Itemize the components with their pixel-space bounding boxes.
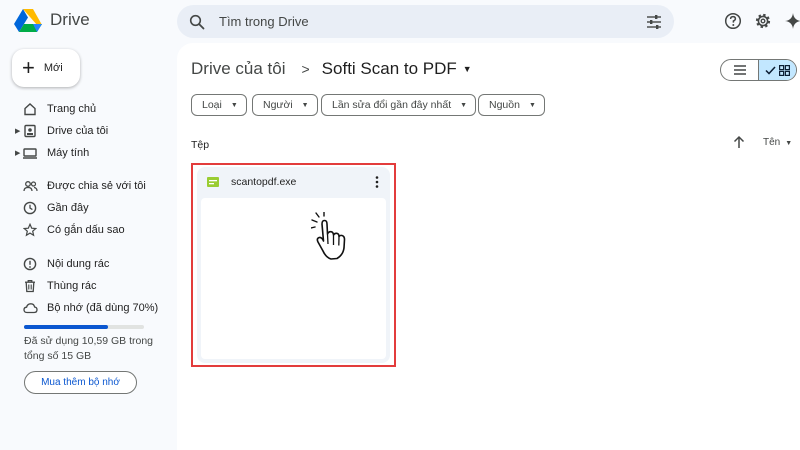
sidebar-item-starred[interactable]: Có gắn dấu sao (18, 221, 125, 239)
clock-icon (22, 200, 38, 216)
exe-file-icon (207, 177, 219, 187)
sidebar-item-computers[interactable]: ▶ Máy tính (15, 144, 90, 162)
sidebar-item-label: Bộ nhớ (đã dùng 70%) (47, 302, 159, 314)
computer-icon (22, 145, 38, 161)
shared-icon (22, 178, 38, 194)
sidebar-item-my-drive[interactable]: ▶ Drive của tôi (15, 122, 109, 140)
sidebar-item-label: Máy tính (47, 147, 90, 159)
settings-icon[interactable] (753, 11, 773, 31)
sidebar-item-label: Có gắn dấu sao (47, 224, 125, 236)
filter-source-chip[interactable]: Nguồn ▼ (478, 94, 545, 116)
breadcrumb: Drive của tôi > Softi Scan to PDF ▼ (191, 59, 472, 79)
breadcrumb-current[interactable]: Softi Scan to PDF (322, 59, 457, 79)
filter-people-chip[interactable]: Người ▼ (252, 94, 318, 116)
storage-progress-fill (24, 325, 108, 329)
sidebar-item-label: Drive của tôi (47, 125, 109, 137)
sidebar-item-label: Được chia sẻ với tôi (47, 180, 146, 192)
view-toggle (720, 59, 797, 81)
filter-label: Người (263, 99, 293, 111)
sidebar-item-recent[interactable]: Gần đây (18, 199, 89, 217)
sidebar-item-label: Trang chủ (47, 103, 97, 115)
drive-logo-icon (14, 9, 42, 32)
grid-icon (779, 64, 790, 76)
trash-icon (22, 278, 38, 294)
home-icon (22, 101, 38, 117)
my-drive-icon (22, 123, 38, 139)
sort-by-button[interactable]: Tên ▼ (763, 137, 792, 148)
gemini-icon[interactable] (783, 11, 800, 31)
new-button-label: Mới (43, 62, 63, 74)
filter-label: Loại (202, 99, 222, 111)
help-icon[interactable] (723, 11, 743, 31)
main-panel: Drive của tôi > Softi Scan to PDF ▼ Loại… (177, 43, 800, 450)
chevron-down-icon: ▼ (230, 101, 238, 109)
file-card[interactable]: scantopdf.exe (197, 167, 390, 363)
sidebar-item-label: Thùng rác (47, 280, 97, 292)
plus-icon: + (22, 55, 35, 80)
check-icon (765, 65, 776, 75)
sort-label: Tên (763, 137, 781, 148)
expand-icon[interactable]: ▶ (15, 127, 20, 135)
search-bar[interactable]: Tìm trong Drive (177, 5, 674, 38)
chevron-down-icon: ▼ (528, 101, 536, 109)
chevron-down-icon: ▼ (301, 101, 309, 109)
file-thumbnail[interactable] (201, 198, 386, 359)
sidebar-item-home[interactable]: Trang chủ (18, 100, 96, 118)
star-icon (22, 222, 38, 238)
chevron-down-icon[interactable]: ▼ (463, 64, 472, 74)
chevron-down-icon: ▼ (785, 140, 793, 147)
storage-usage-text: Đã sử dụng 10,59 GB trong tổng số 15 GB (24, 335, 154, 362)
sidebar-item-storage[interactable]: Bộ nhớ (đã dùng 70%) (18, 299, 158, 317)
sidebar-item-label: Gần đây (47, 202, 89, 214)
storage-progress-bar (24, 325, 144, 329)
filter-label: Lần sửa đổi gần đây nhất (332, 99, 452, 111)
grid-view-button[interactable] (758, 60, 796, 80)
filter-modified-chip[interactable]: Lần sửa đổi gần đây nhất ▼ (321, 94, 477, 116)
spam-icon (22, 256, 38, 272)
search-input[interactable]: Tìm trong Drive (219, 14, 646, 29)
filter-label: Nguồn (489, 99, 520, 111)
list-icon (733, 65, 746, 75)
sidebar-item-trash[interactable]: Thùng rác (18, 277, 97, 295)
sidebar-item-spam[interactable]: Nội dung rác (18, 255, 109, 273)
new-button[interactable]: + Mới (12, 49, 80, 87)
sort-direction-arrow-icon[interactable] (732, 135, 746, 149)
expand-icon[interactable]: ▶ (15, 149, 20, 157)
cloud-icon (22, 300, 38, 316)
sidebar-item-shared[interactable]: Được chia sẻ với tôi (18, 177, 146, 195)
filter-type-chip[interactable]: Loại ▼ (191, 94, 247, 116)
click-pointer-icon (311, 212, 346, 260)
search-icon[interactable] (189, 14, 205, 30)
drive-logo[interactable]: Drive (14, 8, 90, 32)
sidebar-item-label: Nội dung rác (47, 258, 110, 270)
file-card-highlight[interactable]: scantopdf.exe (191, 163, 396, 367)
file-name: scantopdf.exe (231, 176, 297, 188)
chevron-down-icon: ▼ (460, 101, 468, 109)
buy-storage-button[interactable]: Mua thêm bộ nhớ (24, 371, 137, 394)
search-options-icon[interactable] (646, 14, 662, 29)
breadcrumb-separator: > (301, 61, 310, 77)
files-section-label: Tệp (191, 139, 210, 151)
file-card-header[interactable]: scantopdf.exe (197, 167, 390, 197)
app-name: Drive (50, 10, 90, 29)
list-view-button[interactable] (721, 60, 758, 80)
more-options-icon[interactable] (370, 172, 384, 192)
breadcrumb-parent[interactable]: Drive của tôi (191, 59, 285, 79)
